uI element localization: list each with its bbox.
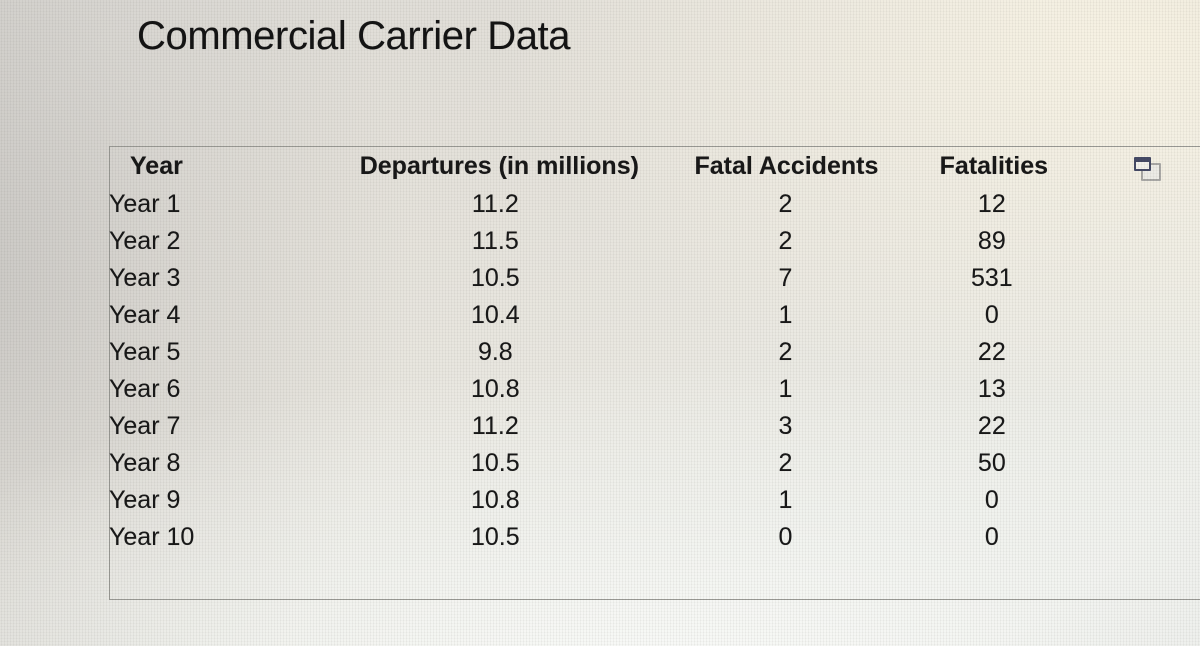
cell-fatalities: 22 xyxy=(977,412,1006,440)
cell-fatal-accidents: 1 xyxy=(778,486,793,514)
duplicate-window-icon[interactable] xyxy=(1133,156,1161,181)
cell-year: Year 1 xyxy=(109,190,181,218)
column-header-tools xyxy=(1092,146,1200,186)
cell-year: Year 4 xyxy=(109,301,181,329)
cell-tools-spacer xyxy=(1092,223,1200,260)
table-row: Year 2 11.5 2 89 xyxy=(109,223,1200,260)
cell-departures: 11.2 xyxy=(471,412,519,440)
cell-fatalities: 89 xyxy=(977,227,1006,255)
cell-tools-spacer xyxy=(1092,297,1200,334)
cell-departures: 10.4 xyxy=(471,301,520,329)
cell-departures: 10.8 xyxy=(471,375,520,403)
cell-fatal-accidents: 1 xyxy=(778,375,793,403)
cell-year: Year 6 xyxy=(109,375,181,403)
cell-fatal-accidents: 0 xyxy=(778,523,793,551)
cell-departures: 10.5 xyxy=(471,523,520,551)
table-row: Year 3 10.5 7 531 xyxy=(109,260,1200,297)
cell-fatalities: 13 xyxy=(977,375,1006,403)
cell-year: Year 7 xyxy=(109,412,181,440)
cell-fatal-accidents: 1 xyxy=(778,301,793,329)
table-row: Year 10 10.5 0 0 xyxy=(109,519,1200,556)
column-header-fatal-accidents[interactable]: Fatal Accidents xyxy=(677,146,896,186)
page-title: Commercial Carrier Data xyxy=(137,14,571,58)
cell-departures: 11.5 xyxy=(471,227,519,255)
table-body: Year 1 11.2 2 12 Year 2 11.5 2 89 Year 3 10.5 7 531… xyxy=(109,186,1200,556)
cell-tools-spacer xyxy=(1092,371,1200,408)
cell-departures: 9.8 xyxy=(477,338,513,366)
cell-tools-spacer xyxy=(1092,445,1200,482)
cell-tools-spacer xyxy=(1092,260,1200,297)
commercial-carrier-data-table: Year Departures (in millions) Fatal Acci… xyxy=(109,146,1200,556)
cell-tools-spacer xyxy=(1092,482,1200,519)
cell-fatal-accidents: 7 xyxy=(778,264,793,292)
cell-fatalities: 0 xyxy=(984,486,999,514)
table-row: Year 9 10.8 1 0 xyxy=(109,482,1200,519)
cell-fatal-accidents: 3 xyxy=(778,412,793,440)
table-header: Year Departures (in millions) Fatal Acci… xyxy=(109,146,1200,186)
cell-tools-spacer xyxy=(1092,519,1200,556)
column-header-year[interactable]: Year xyxy=(109,146,322,186)
table-row: Year 7 11.2 3 22 xyxy=(109,408,1200,445)
table-row: Year 6 10.8 1 13 xyxy=(109,371,1200,408)
cell-year: Year 3 xyxy=(109,264,181,292)
cell-year: Year 2 xyxy=(109,227,181,255)
cell-fatalities: 50 xyxy=(977,449,1006,477)
table-header-row: Year Departures (in millions) Fatal Acci… xyxy=(109,146,1200,186)
cell-fatalities: 22 xyxy=(977,338,1006,366)
table-row: Year 1 11.2 2 12 xyxy=(109,186,1200,223)
cell-tools-spacer xyxy=(1092,408,1200,445)
cell-year: Year 5 xyxy=(109,338,181,366)
cell-departures: 11.2 xyxy=(471,190,519,218)
table-row: Year 5 9.8 2 22 xyxy=(109,334,1200,371)
cell-year: Year 10 xyxy=(109,523,195,551)
cell-departures: 10.5 xyxy=(471,264,520,292)
column-header-departures[interactable]: Departures (in millions) xyxy=(322,146,677,186)
cell-departures: 10.5 xyxy=(471,449,520,477)
cell-fatalities: 12 xyxy=(977,190,1006,218)
screenshot-canvas: Commercial Carrier Data Year Departures … xyxy=(0,0,1200,646)
cell-fatalities: 0 xyxy=(984,523,999,551)
cell-fatal-accidents: 2 xyxy=(778,449,793,477)
cell-tools-spacer xyxy=(1092,186,1200,223)
table-row: Year 8 10.5 2 50 xyxy=(109,445,1200,482)
cell-fatal-accidents: 2 xyxy=(778,227,793,255)
cell-year: Year 9 xyxy=(109,486,181,514)
cell-fatalities: 531 xyxy=(970,264,1013,292)
cell-fatal-accidents: 2 xyxy=(778,190,793,218)
table-row: Year 4 10.4 1 0 xyxy=(109,297,1200,334)
column-header-fatalities[interactable]: Fatalities xyxy=(896,146,1092,186)
cell-year: Year 8 xyxy=(109,449,181,477)
cell-departures: 10.8 xyxy=(471,486,520,514)
cell-fatal-accidents: 2 xyxy=(778,338,793,366)
duplicate-window-icon-front-pane xyxy=(1133,156,1151,171)
cell-tools-spacer xyxy=(1092,334,1200,371)
cell-fatalities: 0 xyxy=(984,301,999,329)
